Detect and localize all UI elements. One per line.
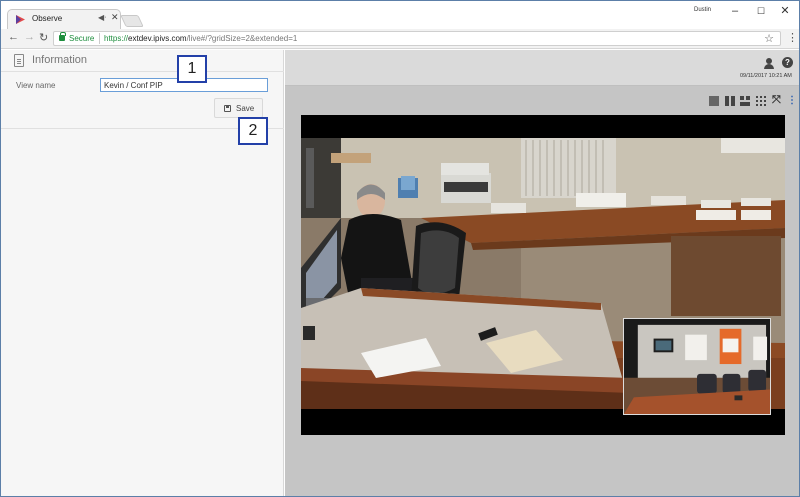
- profile-name[interactable]: Dustin: [694, 7, 711, 13]
- information-title: Information: [32, 54, 88, 66]
- reload-button[interactable]: ↻: [39, 31, 48, 44]
- bookmark-star-icon[interactable]: ☆: [764, 32, 774, 45]
- more-options-icon[interactable]: ⋮: [787, 95, 797, 106]
- forward-button[interactable]: →: [24, 31, 35, 43]
- save-button-label: Save: [236, 104, 255, 113]
- camera-video-tile[interactable]: [301, 115, 785, 435]
- callout-1: 1: [177, 55, 207, 83]
- secure-label: Secure: [69, 34, 95, 43]
- pip-video-inset[interactable]: [623, 318, 771, 415]
- layout-three-pane-icon[interactable]: [740, 96, 750, 106]
- main-header: ? 09/11/2017 10:21 AM: [285, 50, 799, 86]
- window-close-button[interactable]: ✕: [773, 3, 797, 19]
- lock-icon: [59, 32, 66, 41]
- callout-2: 2: [238, 117, 268, 145]
- screenshot: Observe ◀ᐧ ✕ Dustin – ☐ ✕ ← → ↻ Secure h…: [0, 0, 800, 497]
- information-header: Information: [1, 50, 284, 72]
- save-button[interactable]: Save: [214, 98, 263, 118]
- maximize-button[interactable]: ☐: [749, 3, 773, 19]
- browser-tab[interactable]: Observe ◀ᐧ ✕: [7, 9, 121, 30]
- browser-menu-icon[interactable]: ⋮: [787, 31, 798, 44]
- new-tab-button[interactable]: [120, 15, 144, 27]
- minimize-button[interactable]: –: [723, 3, 747, 19]
- layout-grid-icon[interactable]: [756, 96, 766, 106]
- url-scheme: https://: [104, 34, 129, 43]
- layout-single-icon[interactable]: [709, 96, 719, 106]
- tab-title: Observe: [32, 14, 63, 23]
- fullscreen-expand-icon[interactable]: ⤧: [772, 94, 781, 107]
- floppy-disk-icon: [224, 105, 231, 112]
- address-bar[interactable]: Secure https://extdev.ipivs.com/live#/?g…: [53, 31, 781, 46]
- url-text[interactable]: https://extdev.ipivs.com/live#/?gridSize…: [104, 34, 297, 43]
- browser-toolbar: ← → ↻ Secure https://extdev.ipivs.com/li…: [1, 29, 799, 49]
- document-icon: [14, 54, 24, 67]
- observe-logo-icon: [16, 15, 25, 24]
- main-view-area: ? 09/11/2017 10:21 AM ⤧ ⋮: [285, 50, 799, 496]
- user-icon[interactable]: [764, 58, 774, 69]
- speaker-icon[interactable]: ◀ᐧ: [98, 13, 106, 22]
- help-icon[interactable]: ?: [782, 57, 793, 68]
- url-host: extdev.ipivs.com: [128, 34, 187, 43]
- browser-titlebar: Observe ◀ᐧ ✕ Dustin – ☐ ✕: [1, 1, 799, 30]
- back-button[interactable]: ←: [8, 31, 19, 43]
- url-separator: [99, 33, 100, 44]
- layout-two-column-icon[interactable]: [725, 96, 735, 106]
- close-icon[interactable]: ✕: [111, 12, 119, 23]
- url-path: /live#/?gridSize=2&extended=1: [186, 34, 298, 43]
- current-timestamp: 09/11/2017 10:21 AM: [740, 73, 792, 79]
- view-name-label: View name: [16, 81, 56, 90]
